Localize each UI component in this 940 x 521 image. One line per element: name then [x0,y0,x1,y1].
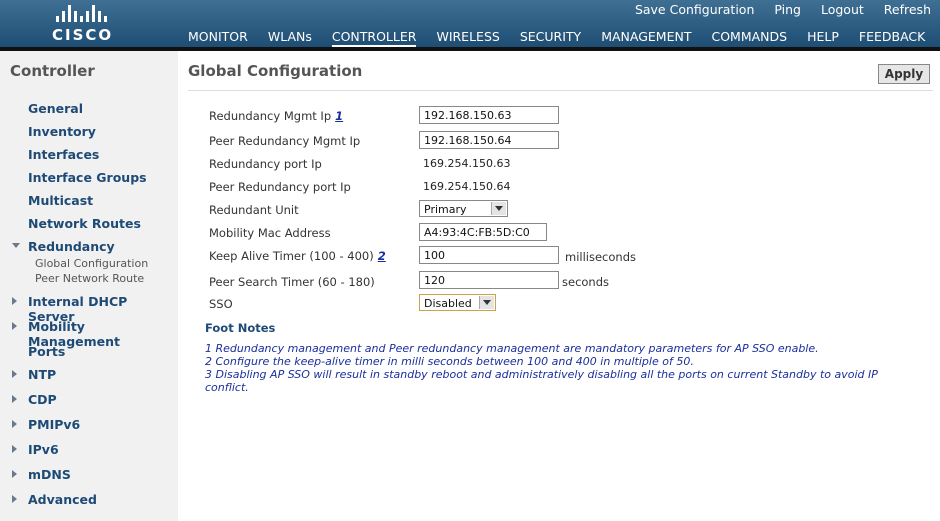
peer-redundancy-port-ip-label: Peer Redundancy port Ip [209,180,351,194]
apply-button[interactable]: Apply [878,64,930,84]
mobility-mac-input[interactable]: A4:93:4C:FB:5D:C0 [419,223,547,241]
redundant-unit-label: Redundant Unit [209,203,299,217]
sidebar-item-inventory[interactable]: Inventory [28,124,96,139]
footnote-2-link[interactable]: 2 [378,249,386,263]
collapsed-arrow-icon[interactable] [12,470,17,478]
sidebar-item-ipv6[interactable]: IPv6 [28,442,59,457]
collapsed-arrow-icon[interactable] [12,322,17,330]
sidebar-subitem-peer-network-route[interactable]: Peer Network Route [35,272,144,285]
redundancy-mgmt-ip-input[interactable]: 192.168.150.63 [419,106,559,124]
main-nav: MONITOR WLANs CONTROLLER WIRELESS SECURI… [188,29,940,47]
keep-alive-label: Keep Alive Timer (100 - 400) 2 [209,249,386,263]
collapsed-arrow-icon[interactable] [12,495,17,503]
expanded-arrow-icon[interactable] [12,243,20,248]
sidebar-subitem-global-configuration[interactable]: Global Configuration [35,257,148,270]
footnote-1-link[interactable]: 1 [335,109,343,123]
sidebar-item-general[interactable]: General [28,101,83,116]
peer-search-input[interactable]: 120 [419,271,559,289]
nav-help[interactable]: HELP [807,29,839,47]
sidebar-item-pmipv6[interactable]: PMIPv6 [28,417,80,432]
peer-redundancy-mgmt-ip-label: Peer Redundancy Mgmt Ip [209,134,361,148]
ping-link[interactable]: Ping [774,2,801,17]
cisco-logo: CISCO [52,5,124,45]
title-divider [188,90,933,91]
mobility-mac-label: Mobility Mac Address [209,226,331,240]
redundant-unit-select[interactable]: Primary [419,200,508,217]
sidebar-item-interfaces[interactable]: Interfaces [28,147,99,162]
collapsed-arrow-icon[interactable] [12,370,17,378]
keep-alive-unit: milliseconds [565,250,636,264]
sidebar-item-cdp[interactable]: CDP [28,392,57,407]
footnote-2: 2 Configure the keep-alive timer in mill… [205,355,694,368]
redundancy-port-ip-value: 169.254.150.63 [423,157,511,170]
footnote-3: 3 Disabling AP SSO will result in standb… [205,368,878,394]
peer-search-label: Peer Search Timer (60 - 180) [209,275,375,289]
cisco-logo-text: CISCO [52,26,114,44]
utility-links: Save Configuration Ping Logout Refresh [635,2,931,17]
nav-wireless[interactable]: WIRELESS [436,29,499,47]
collapsed-arrow-icon[interactable] [12,297,17,305]
sidebar-item-multicast[interactable]: Multicast [28,193,93,208]
peer-redundancy-mgmt-ip-input[interactable]: 192.168.150.64 [419,131,559,149]
sidebar-item-ports[interactable]: Ports [28,344,65,359]
sidebar: Controller General Inventory Interfaces … [0,51,178,521]
nav-monitor[interactable]: MONITOR [188,29,248,47]
footnotes-title: Foot Notes [205,321,276,335]
redundancy-port-ip-label: Redundancy port Ip [209,157,322,171]
redundancy-mgmt-ip-label: Redundancy Mgmt Ip 1 [209,109,344,123]
collapsed-arrow-icon[interactable] [12,420,17,428]
redundant-unit-value: Primary [424,203,467,216]
keep-alive-input[interactable]: 100 [419,246,559,264]
sidebar-item-advanced[interactable]: Advanced [28,492,97,507]
page-title: Global Configuration [188,62,363,80]
sidebar-title: Controller [10,62,95,80]
nav-feedback[interactable]: FEEDBACK [859,29,925,47]
sidebar-item-interface-groups[interactable]: Interface Groups [28,170,147,185]
sso-value: Disabled [424,297,472,310]
nav-security[interactable]: SECURITY [520,29,581,47]
sidebar-item-mdns[interactable]: mDNS [28,467,71,482]
footnote-1: 1 Redundancy management and Peer redunda… [205,342,819,355]
top-header: CISCO Save Configuration Ping Logout Ref… [0,0,940,47]
nav-management[interactable]: MANAGEMENT [601,29,691,47]
chevron-down-icon [479,296,494,309]
chevron-down-icon [491,202,506,215]
sso-select[interactable]: Disabled [419,294,496,311]
nav-controller[interactable]: CONTROLLER [331,29,417,47]
sidebar-item-network-routes[interactable]: Network Routes [28,216,141,231]
nav-wlans[interactable]: WLANs [268,29,312,47]
collapsed-arrow-icon[interactable] [12,395,17,403]
collapsed-arrow-icon[interactable] [12,445,17,453]
sidebar-item-ntp[interactable]: NTP [28,367,56,382]
peer-redundancy-port-ip-value: 169.254.150.64 [423,180,511,193]
refresh-link[interactable]: Refresh [884,2,931,17]
logout-link[interactable]: Logout [821,2,864,17]
save-configuration-link[interactable]: Save Configuration [635,2,754,17]
sidebar-item-redundancy[interactable]: Redundancy [28,239,115,254]
nav-commands[interactable]: COMMANDS [711,29,787,47]
sso-label: SSO [209,297,233,311]
peer-search-unit: seconds [562,275,610,289]
cisco-logo-bars-icon [56,5,124,22]
